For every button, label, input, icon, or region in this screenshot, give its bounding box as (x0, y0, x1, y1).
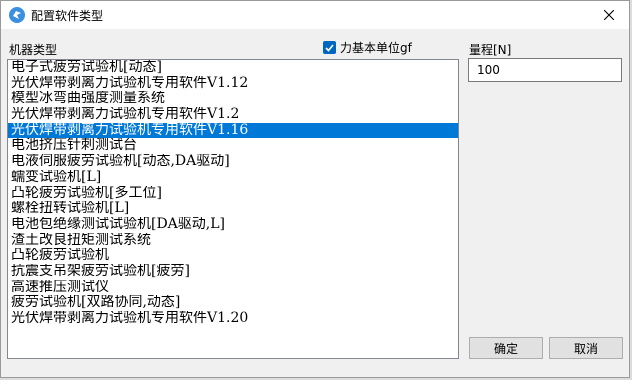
config-software-type-dialog: 配置软件类型 机器类型 力基本单位gf 量程[N] 电子式疲劳试验机[动态]光伏… (0, 0, 630, 378)
list-item[interactable]: 高速推压测试仪 (8, 280, 458, 296)
list-item[interactable]: 模型冰弯曲强度测量系统 (8, 91, 458, 107)
list-item[interactable]: 疲劳试验机[双路协同,动态] (8, 295, 458, 311)
force-unit-gf-checkbox[interactable]: 力基本单位gf (323, 39, 412, 56)
close-button[interactable] (595, 3, 623, 27)
list-item[interactable]: 蠕变试验机[L] (8, 170, 458, 186)
cancel-button[interactable]: 取消 (549, 337, 623, 359)
list-item[interactable]: 光伏焊带剥离力试验机专用软件V1.2 (8, 107, 458, 123)
list-item[interactable]: 凸轮疲劳试验机[多工位] (8, 186, 458, 202)
list-item[interactable]: 凸轮疲劳试验机 (8, 248, 458, 264)
list-item[interactable]: 电池挤压针刺测试台 (8, 138, 458, 154)
title-bar: 配置软件类型 (1, 1, 629, 29)
close-icon (604, 10, 614, 20)
range-label: 量程[N] (469, 43, 512, 57)
list-item[interactable]: 电池包绝缘测试试验机[DA驱动,L] (8, 217, 458, 233)
list-item[interactable]: 电子式疲劳试验机[动态] (8, 60, 458, 76)
machine-type-label: 机器类型 (9, 43, 58, 57)
force-unit-gf-label: 力基本单位gf (340, 41, 412, 55)
checkbox-box[interactable] (323, 41, 336, 54)
list-item[interactable]: 渣土改良扭矩测试系统 (8, 233, 458, 249)
ok-button[interactable]: 确定 (469, 337, 543, 359)
list-item[interactable]: 光伏焊带剥离力试验机专用软件V1.20 (8, 311, 458, 327)
range-input[interactable] (468, 58, 622, 82)
list-item[interactable]: 电液伺服疲劳试验机[动态,DA驱动] (8, 154, 458, 170)
list-item[interactable]: 光伏焊带剥离力试验机专用软件V1.12 (8, 76, 458, 92)
window-title: 配置软件类型 (31, 9, 104, 23)
machine-type-list[interactable]: 电子式疲劳试验机[动态] 光伏焊带剥离力试验机专用软件V1.12 模型冰弯曲强度测量… (7, 59, 459, 359)
list-item[interactable]: 螺栓扭转试验机[L] (8, 201, 458, 217)
app-logo-icon (9, 7, 25, 23)
list-item[interactable]: 抗震支吊架疲劳试验机[疲劳] (8, 264, 458, 280)
list-item[interactable]: 光伏焊带剥离力试验机专用软件V1.16 (8, 122, 458, 139)
checkmark-icon (325, 43, 334, 52)
